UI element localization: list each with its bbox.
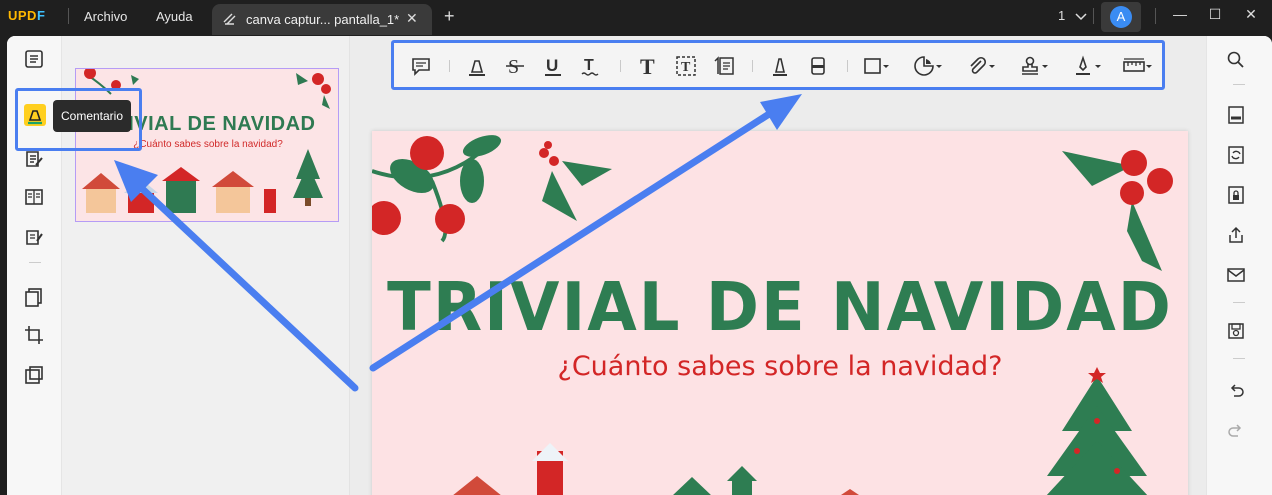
svg-text:T: T [681,60,691,75]
measure-icon[interactable] [1123,55,1145,77]
comment-icon[interactable] [410,55,432,77]
redo-icon[interactable] [1227,421,1245,439]
rail-separator [1233,302,1245,303]
document-tab-icon [223,13,236,25]
minimize-button[interactable]: — [1172,6,1188,24]
signature-icon[interactable] [1072,55,1094,77]
menu-ayuda[interactable]: Ayuda [156,9,193,24]
squiggly-icon[interactable]: T [580,55,602,77]
convert-icon[interactable] [1227,146,1245,164]
new-tab-button[interactable]: + [444,6,455,27]
svg-text:U: U [546,56,558,75]
rail-separator [29,262,41,263]
rail-separator [1233,358,1245,359]
pencil-icon[interactable] [769,55,791,77]
mail-icon[interactable] [1227,266,1245,284]
crop-icon[interactable] [23,324,45,346]
document-tab-title: canva captur... pantalla_1* [246,12,400,27]
chevron-down-icon[interactable] [1094,55,1102,77]
toolbar-separator [847,60,848,72]
share-icon[interactable] [1227,226,1245,244]
ocr-icon[interactable] [1227,106,1245,124]
page-title: TRIVIAL DE NAVIDAD [387,269,1173,347]
title-bar: UPDF Archivo Ayuda canva captur... panta… [0,0,1272,35]
underline-icon[interactable]: U [542,55,564,77]
tab-close-icon[interactable]: ✕ [406,10,418,27]
toolbar-separator [449,60,450,72]
chevron-down-icon[interactable] [882,55,890,77]
title-separator [68,8,69,24]
comment-tooltip: Comentario [53,100,131,132]
textbox-icon[interactable]: T [675,55,697,77]
undo-icon[interactable] [1227,381,1245,399]
document-tab[interactable]: canva captur... pantalla_1* ✕ [212,4,432,35]
app-logo: UPDF [8,8,46,23]
highlight-icon[interactable] [466,55,488,77]
close-window-button[interactable]: ✕ [1243,6,1259,24]
maximize-button[interactable]: ☐ [1207,6,1223,24]
strikethrough-icon[interactable]: S [504,55,526,77]
title-separator [1155,8,1156,24]
chevron-down-icon[interactable] [1145,55,1153,77]
avatar: A [1110,6,1132,28]
toolbar-separator [620,60,621,72]
app-workspace: TRIVIAL DE NAVIDAD ¿Cuánto sabes sobre l… [7,36,1272,495]
organize-pages-icon[interactable] [23,286,45,308]
search-icon[interactable] [1227,51,1245,69]
toolbar-separator [752,60,753,72]
attachment-icon[interactable] [966,55,988,77]
text-icon[interactable]: T [637,55,659,77]
edit-pdf-icon[interactable] [23,148,45,170]
eraser-icon[interactable] [807,55,829,77]
chevron-down-icon[interactable] [988,55,996,77]
sign-icon[interactable] [23,226,45,248]
comment-toolbar: S U T T T [391,40,1165,90]
rail-separator [1233,84,1245,85]
shape-icon[interactable] [862,55,884,77]
sticker-icon[interactable] [913,55,935,77]
chevron-down-icon[interactable] [1041,55,1049,77]
right-toolbar [1206,36,1272,495]
account-button[interactable]: A [1101,2,1141,32]
chevron-down-icon [1075,13,1087,20]
layers-icon[interactable] [23,364,45,386]
reader-icon[interactable] [23,48,45,70]
svg-text:T: T [640,55,655,77]
document-page[interactable]: TRIVIAL DE NAVIDAD ¿Cuánto sabes sobre l… [372,131,1188,495]
title-separator [1093,8,1094,24]
text-callout-icon[interactable] [713,55,735,77]
save-icon[interactable] [1227,322,1245,340]
stamp-icon[interactable] [1019,55,1041,77]
protect-icon[interactable] [1227,186,1245,204]
page-selector[interactable]: 1 [1058,8,1087,23]
svg-text:T: T [584,57,594,74]
form-icon[interactable] [23,186,45,208]
page-subtitle: ¿Cuánto sabes sobre la navidad? [557,351,1003,382]
chevron-down-icon[interactable] [935,55,943,77]
menu-archivo[interactable]: Archivo [84,9,127,24]
